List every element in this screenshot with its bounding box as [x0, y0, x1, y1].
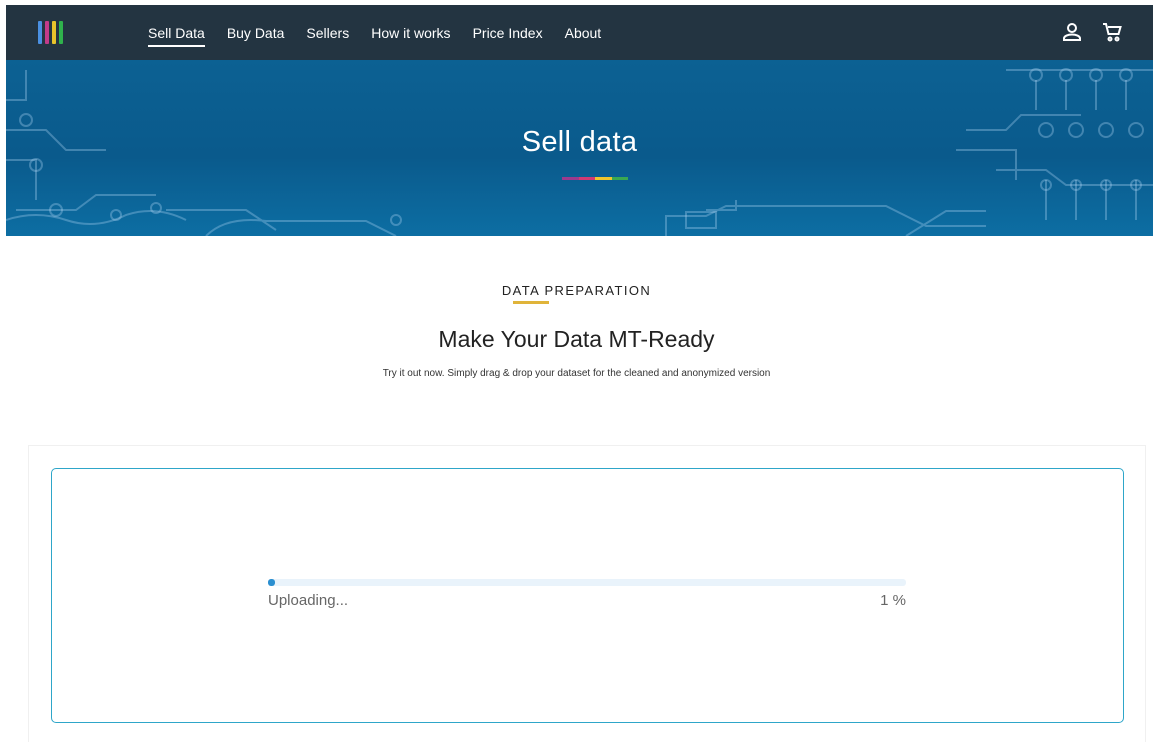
nav-link-how-it-works[interactable]: How it works — [371, 23, 450, 43]
nav-link-sell-data[interactable]: Sell Data — [148, 23, 205, 47]
upload-progress-fill — [268, 579, 275, 586]
section-subtitle: Try it out now. Simply drag & drop your … — [382, 368, 771, 379]
hero-color-bar — [562, 177, 628, 180]
nav-link-about[interactable]: About — [565, 23, 602, 43]
nav-link-price-index[interactable]: Price Index — [473, 23, 543, 43]
upload-progress-bar — [268, 579, 906, 586]
nav-icons — [1061, 21, 1123, 43]
logo-bar-2 — [45, 21, 49, 44]
user-icon[interactable] — [1061, 21, 1083, 43]
nav-link-sellers[interactable]: Sellers — [306, 23, 349, 43]
upload-percent-text: 1 % — [880, 592, 906, 609]
logo-bar-4 — [59, 21, 63, 44]
cart-icon[interactable] — [1101, 21, 1123, 43]
nav-link-buy-data[interactable]: Buy Data — [227, 23, 285, 43]
nav-links: Sell Data Buy Data Sellers How it works … — [148, 5, 601, 60]
logo[interactable] — [38, 21, 63, 44]
section-underline — [513, 301, 549, 304]
section-label: DATA PREPARATION — [501, 283, 652, 298]
hero-banner: Sell data — [6, 60, 1153, 236]
file-dropzone[interactable] — [51, 468, 1124, 723]
hero-bar-segment-3 — [595, 177, 612, 180]
page: Sell Data Buy Data Sellers How it works … — [0, 0, 1153, 742]
hero-title: Sell data — [521, 126, 638, 158]
hero-bar-segment-1 — [562, 177, 579, 180]
logo-bar-1 — [38, 21, 42, 44]
upload-status-text: Uploading... — [268, 592, 349, 609]
section-title: Make Your Data MT-Ready — [438, 326, 715, 352]
hero-bar-segment-2 — [578, 177, 595, 180]
logo-bar-3 — [52, 21, 56, 44]
top-navbar: Sell Data Buy Data Sellers How it works … — [6, 5, 1153, 60]
hero-bar-segment-4 — [611, 177, 628, 180]
